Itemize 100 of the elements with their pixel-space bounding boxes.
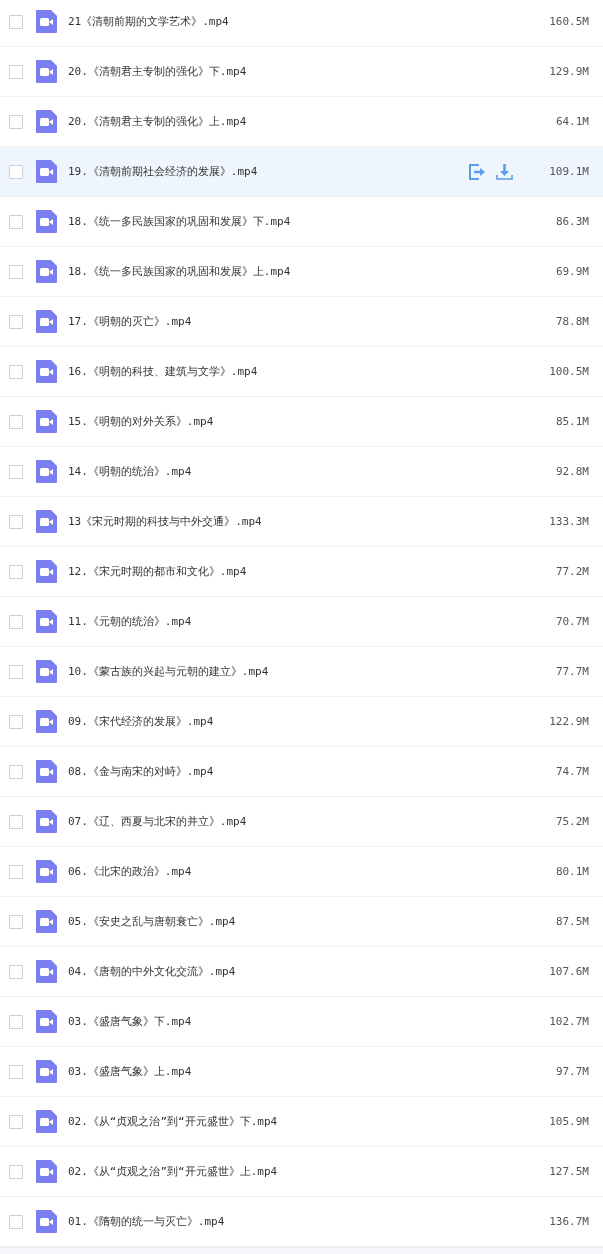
file-name: 15.《明朝的对外关系》.mp4 [68,414,215,429]
video-file-icon [36,1060,57,1083]
file-name: 10.《蒙古族的兴起与元朝的建立》.mp4 [68,664,270,679]
file-name: 17.《明朝的灭亡》.mp4 [68,314,193,329]
file-size: 122.9M [548,715,589,728]
file-row[interactable]: 07.《辽、西夏与北宋的并立》.mp4 75.2M [0,797,603,847]
file-size: 78.8M [554,315,589,328]
checkbox[interactable] [9,264,23,279]
checkbox[interactable] [9,1164,23,1179]
checkbox[interactable] [9,14,23,29]
video-file-icon [36,210,57,233]
video-file-icon [36,860,57,883]
checkbox[interactable] [9,464,23,479]
checkbox[interactable] [9,814,23,829]
video-file-icon [36,1160,57,1183]
file-row[interactable]: 21《清朝前期的文学艺术》.mp4 160.5M [0,0,603,47]
checkbox[interactable] [9,764,23,779]
checkbox[interactable] [9,714,23,729]
file-name: 03.《盛唐气象》上.mp4 [68,1064,193,1079]
file-size: 92.8M [554,465,589,478]
checkbox[interactable] [9,964,23,979]
checkbox[interactable] [9,164,23,179]
file-row[interactable]: 02.《从“贞观之治”到“开元盛世》下.mp4 105.9M [0,1097,603,1147]
video-file-icon [36,760,57,783]
checkbox[interactable] [9,914,23,929]
file-name: 02.《从“贞观之治”到“开元盛世》上.mp4 [68,1164,279,1179]
file-name: 12.《宋元时期的都市和文化》.mp4 [68,564,248,579]
file-row[interactable]: 19.《清朝前期社会经济的发展》.mp4 109.1M [0,147,603,197]
video-file-icon [36,610,57,633]
file-size: 75.2M [554,815,589,828]
file-name: 18.《统一多民族国家的巩固和发展》下.mp4 [68,214,292,229]
checkbox[interactable] [9,1064,23,1079]
checkbox[interactable] [9,214,23,229]
checkbox[interactable] [9,864,23,879]
file-name: 06.《北宋的政治》.mp4 [68,864,193,879]
video-file-icon [36,10,57,33]
file-row[interactable]: 08.《金与南宋的对峙》.mp4 74.7M [0,747,603,797]
checkbox[interactable] [9,364,23,379]
file-row[interactable]: 18.《统一多民族国家的巩固和发展》下.mp4 86.3M [0,197,603,247]
file-row[interactable]: 02.《从“贞观之治”到“开元盛世》上.mp4 127.5M [0,1147,603,1197]
video-file-icon [36,310,57,333]
file-row[interactable]: 18.《统一多民族国家的巩固和发展》上.mp4 69.9M [0,247,603,297]
file-size: 136.7M [548,1215,589,1228]
file-row[interactable]: 15.《明朝的对外关系》.mp4 85.1M [0,397,603,447]
file-name: 13《宋元时期的科技与中外交通》.mp4 [68,514,263,529]
file-size: 77.2M [554,565,589,578]
file-size: 64.1M [554,115,589,128]
file-name: 18.《统一多民族国家的巩固和发展》上.mp4 [68,264,292,279]
checkbox[interactable] [9,664,23,679]
checkbox[interactable] [9,64,23,79]
file-size: 109.1M [548,165,589,178]
file-name: 07.《辽、西夏与北宋的并立》.mp4 [68,814,248,829]
share-icon[interactable] [469,163,486,180]
file-name: 21《清朝前期的文学艺术》.mp4 [68,14,230,29]
file-size: 105.9M [548,1115,589,1128]
file-name: 04.《唐朝的中外文化交流》.mp4 [68,964,237,979]
video-file-icon [36,1110,57,1133]
file-row[interactable]: 16.《明朝的科技、建筑与文学》.mp4 100.5M [0,347,603,397]
video-file-icon [36,410,57,433]
checkbox[interactable] [9,314,23,329]
checkbox[interactable] [9,614,23,629]
video-file-icon [36,660,57,683]
file-row[interactable]: 17.《明朝的灭亡》.mp4 78.8M [0,297,603,347]
file-size: 129.9M [548,65,589,78]
file-row[interactable]: 03.《盛唐气象》上.mp4 97.7M [0,1047,603,1097]
file-row[interactable]: 20.《清朝君主专制的强化》下.mp4 129.9M [0,47,603,97]
checkbox[interactable] [9,1214,23,1229]
file-row[interactable]: 13《宋元时期的科技与中外交通》.mp4 133.3M [0,497,603,547]
video-file-icon [36,710,57,733]
download-icon[interactable] [496,163,513,180]
file-row[interactable]: 09.《宋代经济的发展》.mp4 122.9M [0,697,603,747]
video-file-icon [36,260,57,283]
file-name: 03.《盛唐气象》下.mp4 [68,1014,193,1029]
file-size: 77.7M [554,665,589,678]
file-row[interactable]: 03.《盛唐气象》下.mp4 102.7M [0,997,603,1047]
file-row[interactable]: 05.《安史之乱与唐朝衰亡》.mp4 87.5M [0,897,603,947]
checkbox[interactable] [9,1114,23,1129]
file-name: 08.《金与南宋的对峙》.mp4 [68,764,215,779]
file-name: 05.《安史之乱与唐朝衰亡》.mp4 [68,914,237,929]
video-file-icon [36,960,57,983]
video-file-icon [36,160,57,183]
file-name: 11.《元朝的统治》.mp4 [68,614,193,629]
checkbox[interactable] [9,114,23,129]
file-row[interactable]: 06.《北宋的政治》.mp4 80.1M [0,847,603,897]
file-size: 160.5M [548,15,589,28]
video-file-icon [36,360,57,383]
file-row[interactable]: 04.《唐朝的中外文化交流》.mp4 107.6M [0,947,603,997]
file-row[interactable]: 14.《明朝的统治》.mp4 92.8M [0,447,603,497]
checkbox[interactable] [9,414,23,429]
file-size: 97.7M [554,1065,589,1078]
checkbox[interactable] [9,514,23,529]
file-row[interactable]: 12.《宋元时期的都市和文化》.mp4 77.2M [0,547,603,597]
file-name: 14.《明朝的统治》.mp4 [68,464,193,479]
file-size: 102.7M [548,1015,589,1028]
file-size: 80.1M [554,865,589,878]
file-size: 133.3M [548,515,589,528]
checkbox[interactable] [9,1014,23,1029]
file-row[interactable]: 10.《蒙古族的兴起与元朝的建立》.mp4 77.7M [0,647,603,697]
checkbox[interactable] [9,564,23,579]
file-row[interactable]: 11.《元朝的统治》.mp4 70.7M [0,597,603,647]
